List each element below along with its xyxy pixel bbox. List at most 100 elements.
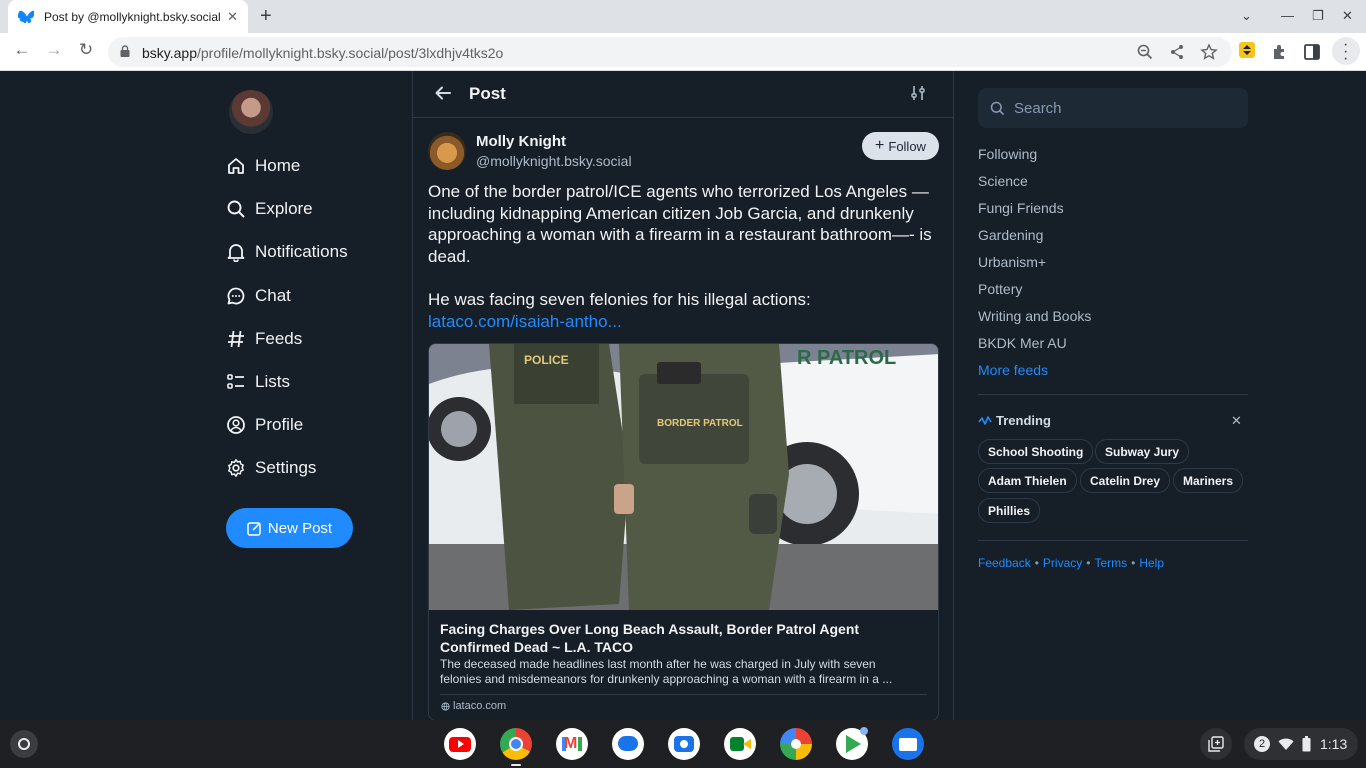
chat-icon (227, 287, 245, 305)
photos-icon[interactable] (780, 728, 812, 760)
messages-icon[interactable] (612, 728, 644, 760)
camera-icon[interactable] (668, 728, 700, 760)
nav-home[interactable]: Home (226, 151, 300, 181)
feed-link-science[interactable]: Science (978, 173, 1028, 189)
holding-space-button[interactable] (1200, 728, 1232, 760)
nav-label: Explore (255, 199, 313, 218)
footer-link-privacy[interactable]: Privacy (1043, 556, 1082, 570)
nav-lists[interactable]: Lists (226, 367, 290, 397)
post-header: Post (413, 71, 953, 118)
author-handle[interactable]: @mollyknight.bsky.social (476, 153, 632, 169)
back-icon[interactable]: ← (11, 40, 33, 60)
close-icon[interactable]: ✕ (1231, 413, 1242, 429)
chrome-icon[interactable] (500, 728, 532, 760)
system-tray[interactable]: 2 1:13 (1244, 728, 1358, 760)
feed-link-pottery[interactable]: Pottery (978, 281, 1022, 297)
nav-explore[interactable]: Explore (226, 194, 313, 224)
footer-link-terms[interactable]: Terms (1094, 556, 1127, 570)
feed-link-writing-and-books[interactable]: Writing and Books (978, 308, 1091, 324)
gear-icon (228, 459, 244, 477)
home-icon (228, 158, 244, 174)
nav-feeds[interactable]: Feeds (226, 324, 302, 354)
author-name[interactable]: Molly Knight (476, 133, 566, 150)
list-icon (227, 374, 244, 389)
tab-search-icon[interactable]: ⌄ (1241, 8, 1252, 24)
nav-label: Profile (255, 415, 304, 434)
nav-chat[interactable]: Chat (226, 281, 291, 311)
search-input[interactable]: Search (978, 88, 1248, 128)
minimize-icon[interactable]: — (1281, 8, 1294, 23)
browser-tab[interactable]: Post by @mollyknight.bsky.social ✕ (8, 0, 248, 33)
youtube-icon[interactable] (444, 728, 476, 760)
nav-label: Settings (255, 458, 317, 477)
browser-toolbar: ← → ↻ bsky.app/profile/mollyknight.bsky.… (0, 33, 1366, 71)
feed-link-following[interactable]: Following (978, 146, 1037, 162)
trending-chip[interactable]: Mariners (1173, 468, 1244, 493)
profile-icon (227, 416, 245, 434)
footer-links: Feedback • Privacy • Terms • Help (978, 556, 1164, 570)
avatar[interactable] (229, 90, 273, 134)
puzzle-icon[interactable] (1271, 43, 1289, 61)
feed-link-gardening[interactable]: Gardening (978, 227, 1043, 243)
search-icon (990, 101, 1005, 116)
new-tab-icon[interactable]: + (260, 5, 272, 28)
tab-title: Post by @mollyknight.bsky.social (44, 9, 221, 24)
address-bar[interactable]: bsky.app/profile/mollyknight.bsky.social… (108, 37, 1232, 67)
feed-link-bkdk-mer-au[interactable]: BKDK Mer AU (978, 335, 1067, 351)
new-post-label: New Post (267, 519, 333, 537)
trending-chip[interactable]: School Shooting (978, 439, 1094, 464)
kebab-menu-icon: · · · (1343, 36, 1349, 67)
post-paragraph-1: One of the border patrol/ICE agents who … (428, 182, 932, 266)
files-icon[interactable] (892, 728, 924, 760)
play-store-icon[interactable] (836, 727, 868, 760)
close-window-icon[interactable]: ✕ (1342, 8, 1353, 24)
gmail-icon[interactable]: M (556, 728, 588, 760)
clock: 1:13 (1320, 736, 1348, 752)
follow-button[interactable]: + Follow (862, 132, 939, 160)
sliders-icon[interactable] (910, 85, 926, 101)
new-post-button[interactable]: New Post (226, 508, 353, 548)
trending-chip[interactable]: Subway Jury (1095, 439, 1190, 464)
share-icon[interactable] (1168, 43, 1186, 61)
footer-link-feedback[interactable]: Feedback (978, 556, 1031, 570)
launcher-icon[interactable] (10, 730, 38, 758)
extension-shield-icon[interactable] (1238, 41, 1256, 59)
forward-icon[interactable]: → (43, 40, 65, 60)
footer-link-help[interactable]: Help (1139, 556, 1164, 570)
close-tab-icon[interactable]: ✕ (227, 9, 238, 25)
nav-settings[interactable]: Settings (226, 453, 316, 483)
link-card[interactable]: R PATROL POLICE BORDER PATROL Facing Cha… (428, 343, 939, 721)
more-feeds-link[interactable]: More feeds (978, 362, 1048, 378)
trending-chip[interactable]: Adam Thielen (978, 468, 1077, 493)
zoom-icon[interactable] (1136, 43, 1154, 61)
feed-link-urbanism[interactable]: Urbanism+ (978, 254, 1046, 270)
menu-button[interactable]: · · · (1332, 36, 1360, 67)
reload-icon[interactable]: ↻ (75, 40, 97, 60)
nav-profile[interactable]: Profile (226, 410, 303, 440)
trending-chip[interactable]: Catelin Drey (1080, 468, 1171, 493)
trending-icon (978, 415, 992, 425)
os-shelf: M 2 1:13 (0, 720, 1366, 768)
post-paragraph-2: He was facing seven felonies for his ill… (428, 289, 811, 309)
restore-icon[interactable]: ❐ (1312, 8, 1324, 24)
meet-icon[interactable] (724, 728, 756, 760)
plus-icon: + (875, 137, 885, 154)
post-link[interactable]: lataco.com/isaiah-antho... (428, 312, 622, 331)
search-placeholder: Search (1014, 100, 1062, 117)
hash-icon (228, 330, 244, 348)
nav-notifications[interactable]: Notifications (226, 237, 348, 267)
police-text: POLICE (524, 353, 569, 367)
nav-label: Feeds (255, 329, 303, 348)
back-arrow-icon[interactable] (433, 83, 453, 103)
tab-strip: Post by @mollyknight.bsky.social ✕ + ⌄ —… (0, 0, 1366, 33)
url-text: bsky.app/profile/mollyknight.bsky.social… (142, 45, 503, 61)
follow-label: Follow (888, 138, 926, 154)
link-card-image: R PATROL POLICE BORDER PATROL (429, 344, 938, 610)
compose-icon (247, 521, 261, 536)
bell-icon (227, 244, 245, 262)
feed-link-fungi-friends[interactable]: Fungi Friends (978, 200, 1064, 216)
trending-chip[interactable]: Phillies (978, 498, 1041, 523)
author-avatar[interactable] (428, 132, 466, 170)
side-panel-icon[interactable] (1303, 43, 1321, 61)
star-icon[interactable] (1200, 43, 1218, 61)
